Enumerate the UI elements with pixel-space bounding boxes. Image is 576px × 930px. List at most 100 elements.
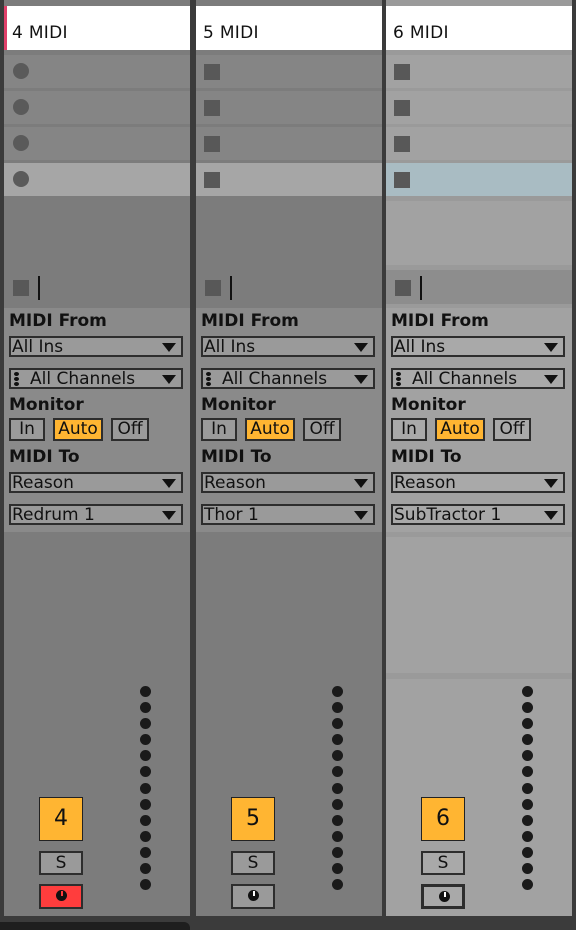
input-channel-dropdown[interactable]: All Channels — [201, 368, 375, 389]
track-4-device-area[interactable] — [4, 537, 190, 673]
output-type-dropdown[interactable]: Reason — [9, 472, 183, 493]
monitor-auto-button[interactable]: Auto — [53, 418, 103, 441]
output-type-value: Reason — [12, 473, 74, 493]
output-type-value: Reason — [204, 473, 266, 493]
track-6-device-area[interactable] — [386, 537, 572, 673]
input-type-dropdown[interactable]: All Ins — [391, 336, 565, 357]
input-type-dropdown[interactable]: All Ins — [9, 336, 183, 357]
input-type-value: All Ins — [204, 337, 256, 357]
stop-button-icon[interactable] — [394, 100, 410, 116]
track-6-mixer — [386, 679, 572, 916]
arm-button[interactable] — [421, 884, 465, 909]
stop-button-icon[interactable] — [204, 64, 220, 80]
track-activator-button[interactable]: 4 — [39, 797, 83, 841]
record-slot-icon[interactable] — [13, 63, 29, 79]
clip-slot[interactable] — [4, 163, 190, 196]
monitor-in-button[interactable]: In — [9, 418, 45, 441]
track-6-title[interactable]: 6 MIDI — [386, 6, 572, 50]
stop-button-icon[interactable] — [394, 136, 410, 152]
track-5-io: MIDI From All Ins All Channels Monitor I… — [196, 308, 382, 532]
midi-to-label: MIDI To — [391, 447, 462, 467]
solo-button[interactable]: S — [39, 851, 83, 875]
output-channel-value: Thor 1 — [204, 505, 259, 525]
monitor-in-button[interactable]: In — [391, 418, 427, 441]
track-6-stop-bar[interactable] — [386, 270, 572, 304]
clip-slot[interactable] — [196, 127, 382, 160]
input-type-value: All Ins — [12, 337, 64, 357]
stop-button-icon[interactable] — [204, 172, 220, 188]
output-channel-dropdown[interactable]: Redrum 1 — [9, 504, 183, 525]
track-5-device-area[interactable] — [196, 537, 382, 673]
clip-slot[interactable] — [4, 91, 190, 124]
input-channel-value: All Channels — [412, 369, 518, 389]
grip-icon — [206, 372, 212, 387]
clip-slot-selected[interactable] — [386, 163, 572, 196]
chevron-down-icon — [162, 375, 176, 384]
solo-button[interactable]: S — [231, 851, 275, 875]
track-activator-button[interactable]: 5 — [231, 797, 275, 841]
monitor-label: Monitor — [391, 395, 466, 415]
grip-icon — [14, 372, 20, 387]
track-5-mixer — [196, 679, 382, 916]
input-channel-dropdown[interactable]: All Channels — [391, 368, 565, 389]
clip-slot[interactable] — [386, 127, 572, 160]
record-arm-icon — [439, 891, 450, 902]
output-type-value: Reason — [394, 473, 456, 493]
output-type-dropdown[interactable]: Reason — [391, 472, 565, 493]
empty-slot-area[interactable] — [196, 201, 382, 265]
output-type-dropdown[interactable]: Reason — [201, 472, 375, 493]
monitor-off-button[interactable]: Off — [303, 418, 341, 441]
output-channel-dropdown[interactable]: Thor 1 — [201, 504, 375, 525]
level-meter — [332, 686, 344, 895]
cursor-line — [230, 276, 232, 300]
clip-slot[interactable] — [386, 55, 572, 88]
monitor-auto-button[interactable]: Auto — [245, 418, 295, 441]
chevron-down-icon — [544, 511, 558, 520]
record-slot-icon[interactable] — [13, 99, 29, 115]
stop-clips-icon[interactable] — [13, 280, 29, 296]
midi-from-label: MIDI From — [9, 311, 107, 331]
clip-slot[interactable] — [4, 127, 190, 160]
record-slot-icon[interactable] — [13, 171, 29, 187]
cursor-line — [38, 276, 40, 300]
track-activator-button[interactable]: 6 — [421, 797, 465, 841]
record-arm-icon — [248, 890, 259, 901]
track-4-io: MIDI From All Ins All Channels Monitor I… — [4, 308, 190, 532]
empty-slot-area[interactable] — [4, 201, 190, 265]
chevron-down-icon — [544, 479, 558, 488]
arm-button[interactable] — [231, 884, 275, 909]
track-5-title[interactable]: 5 MIDI — [196, 6, 382, 50]
monitor-off-button[interactable]: Off — [111, 418, 149, 441]
clip-slot[interactable] — [4, 55, 190, 88]
monitor-off-button[interactable]: Off — [493, 418, 531, 441]
stop-clips-icon[interactable] — [205, 280, 221, 296]
stop-clips-icon[interactable] — [395, 280, 411, 296]
track-5-stop-bar[interactable] — [196, 270, 382, 304]
monitor-auto-button[interactable]: Auto — [435, 418, 485, 441]
clip-slot[interactable] — [196, 55, 382, 88]
stop-button-icon[interactable] — [394, 172, 410, 188]
chevron-down-icon — [354, 375, 368, 384]
input-type-dropdown[interactable]: All Ins — [201, 336, 375, 357]
clip-slot[interactable] — [386, 91, 572, 124]
record-arm-icon — [56, 890, 67, 901]
stop-button-icon[interactable] — [204, 100, 220, 116]
monitor-in-button[interactable]: In — [201, 418, 237, 441]
stop-button-icon[interactable] — [204, 136, 220, 152]
solo-button[interactable]: S — [421, 851, 465, 875]
record-slot-icon[interactable] — [13, 135, 29, 151]
input-channel-dropdown[interactable]: All Channels — [9, 368, 183, 389]
track-4-stop-bar[interactable] — [4, 270, 190, 304]
empty-slot-area[interactable] — [386, 201, 572, 265]
stop-button-icon[interactable] — [394, 64, 410, 80]
chevron-down-icon — [162, 479, 176, 488]
arm-button[interactable] — [39, 884, 83, 909]
midi-to-label: MIDI To — [9, 447, 80, 467]
output-channel-value: SubTractor 1 — [394, 505, 502, 525]
horizontal-scrollbar[interactable] — [0, 922, 190, 930]
output-channel-dropdown[interactable]: SubTractor 1 — [391, 504, 565, 525]
clip-slot[interactable] — [196, 91, 382, 124]
track-4-title[interactable]: 4 MIDI — [4, 6, 190, 50]
clip-slot[interactable] — [196, 163, 382, 196]
chevron-down-icon — [162, 511, 176, 520]
